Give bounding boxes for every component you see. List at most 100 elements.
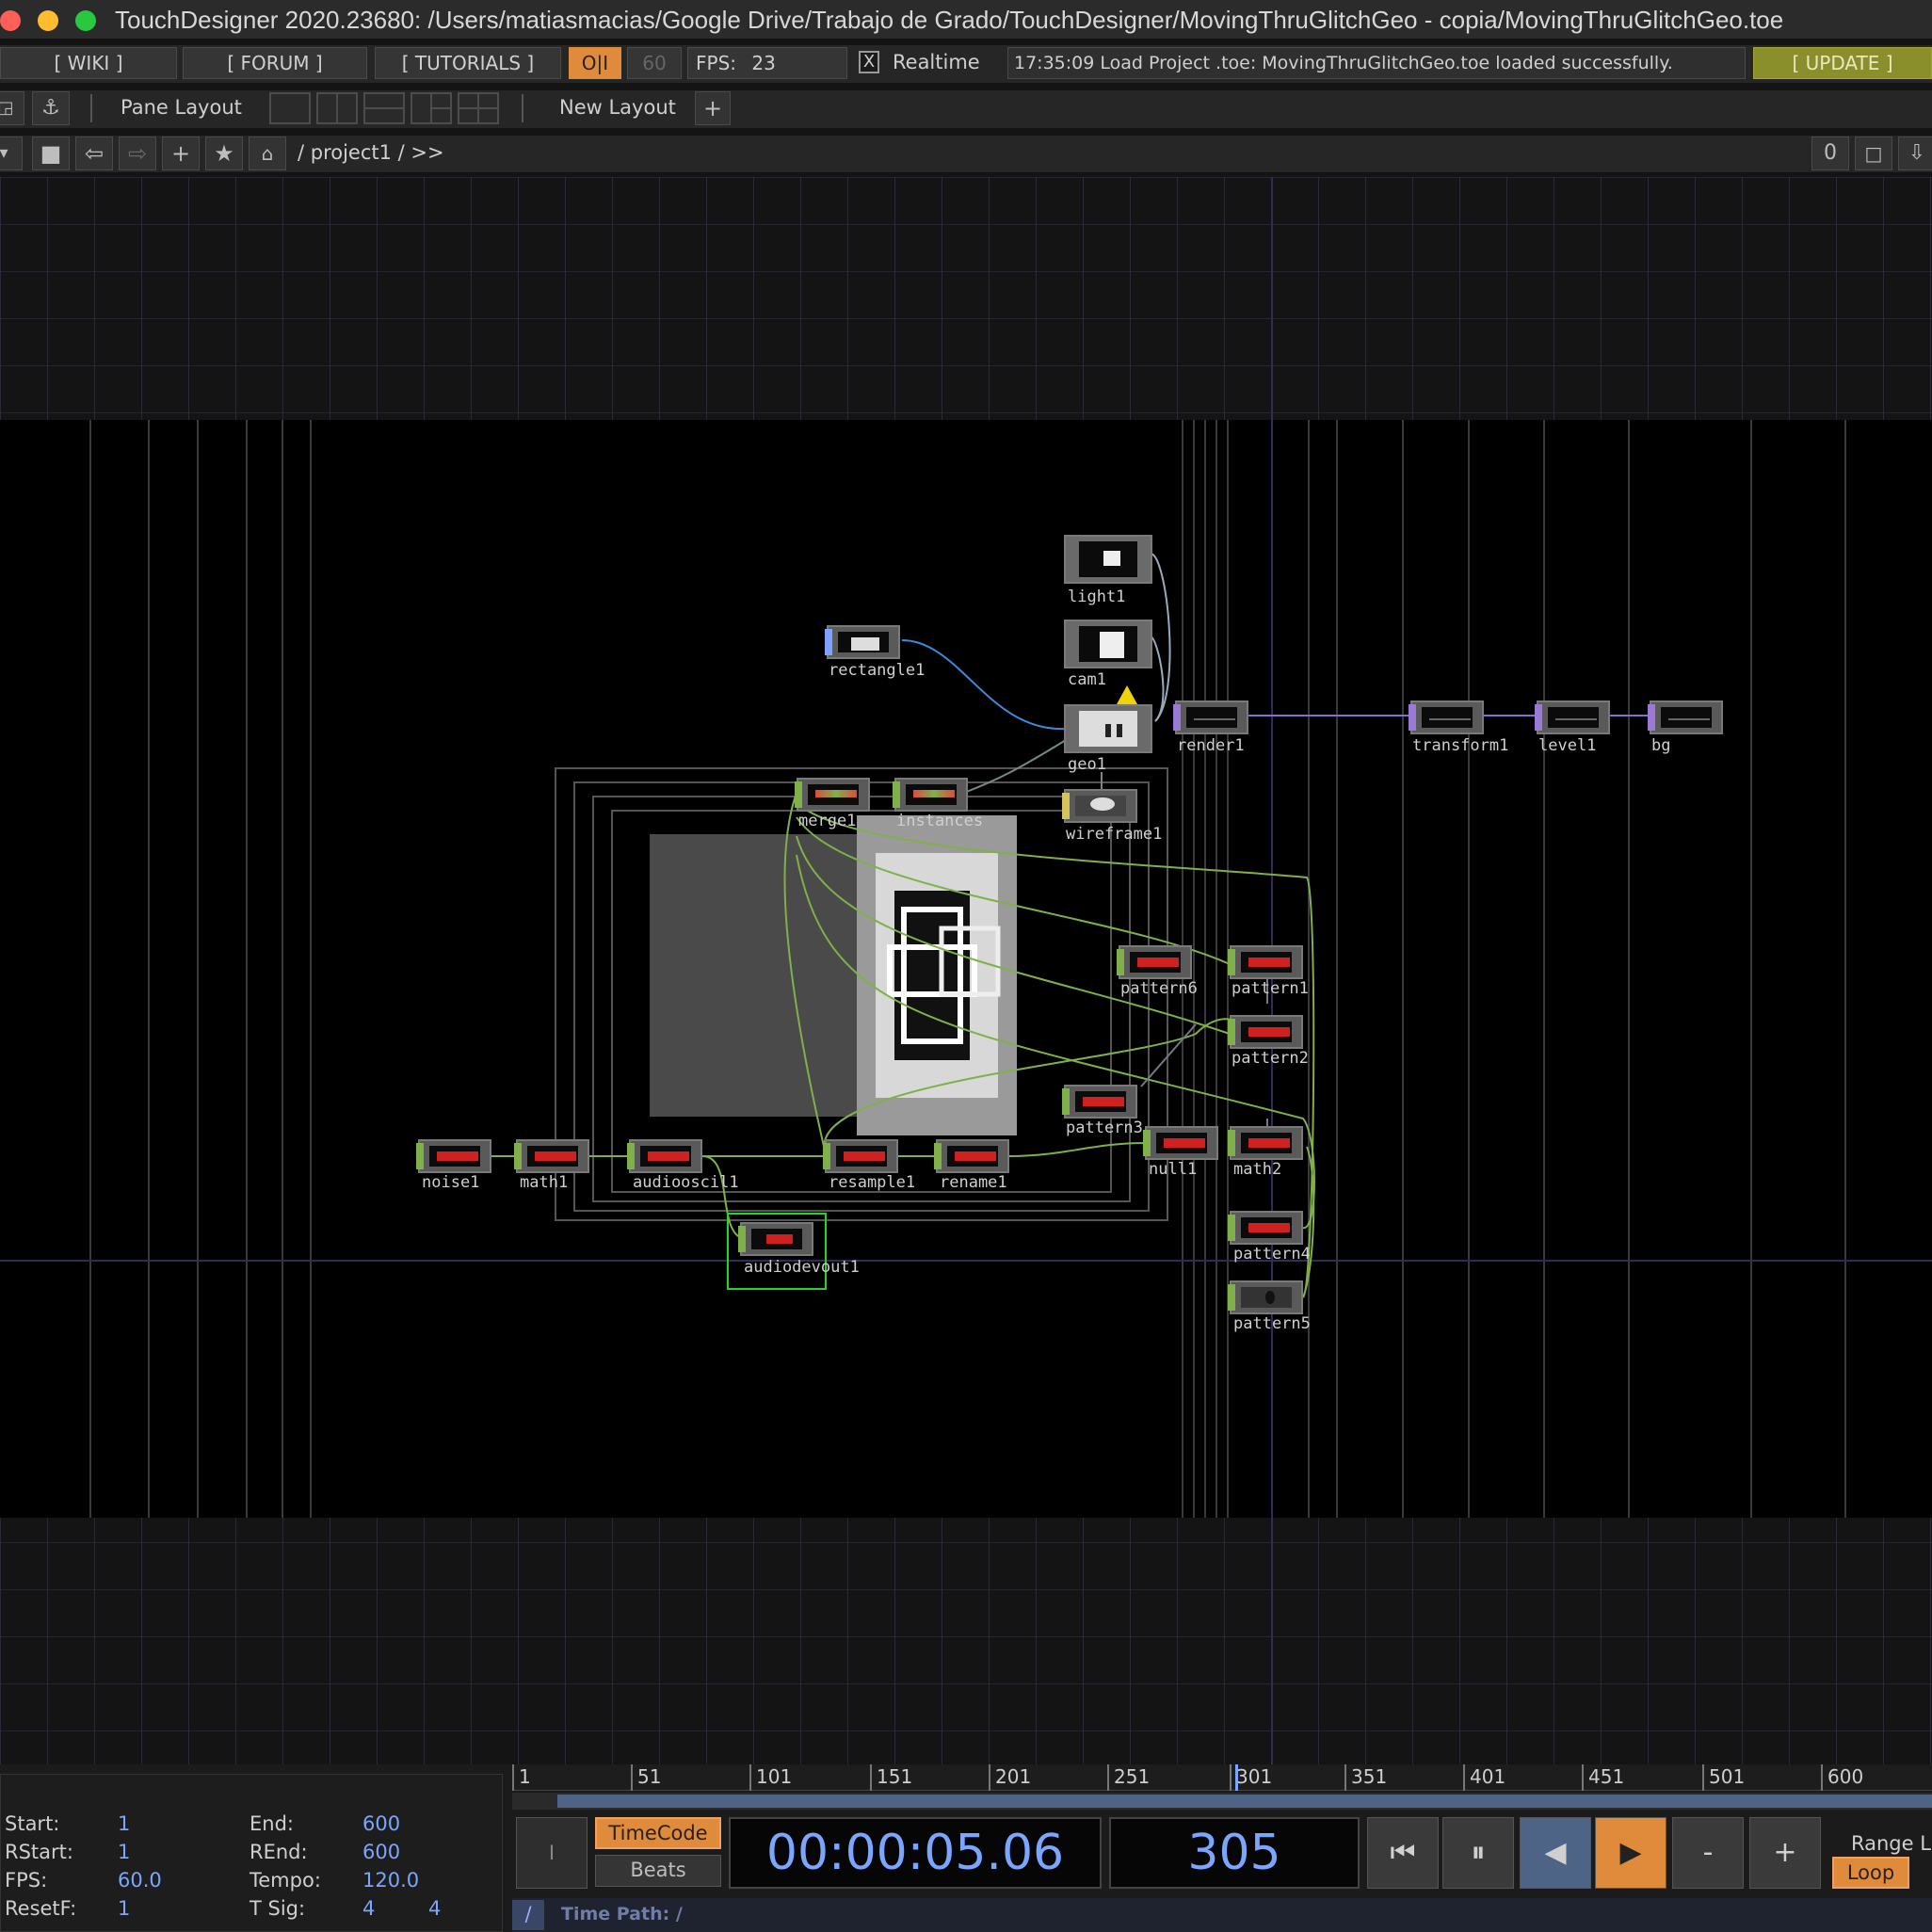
node-noise1[interactable] [416,1139,491,1173]
node-bg[interactable] [1648,700,1723,734]
node-audiooscil1[interactable] [627,1139,702,1173]
node-pattern5[interactable] [1228,1280,1303,1314]
add-layout-button[interactable]: + [695,91,731,125]
node-label: math1 [520,1173,569,1192]
play-forward-icon[interactable]: ▶ [1595,1817,1666,1889]
minimize-window-button[interactable] [38,10,58,31]
timecode-button[interactable]: TimeCode [595,1817,721,1849]
fps-label: FPS: [5,1869,48,1892]
node-cam1[interactable] [1064,620,1152,668]
realtime-label: Realtime [893,51,980,73]
beats-button[interactable]: Beats [595,1855,721,1887]
tempo-value[interactable]: 120.0 [362,1869,419,1892]
end-value[interactable]: 600 [362,1812,400,1835]
node-level1[interactable] [1535,700,1610,734]
node-pattern3[interactable] [1062,1085,1137,1119]
node-rectangle1[interactable] [825,625,900,659]
rewind-icon[interactable]: ⏮ [1367,1817,1439,1889]
path-counter: 0 [1811,137,1849,170]
timeline-ruler[interactable]: 1 51 101 151 201 251 301 351 401 451 501… [512,1764,1932,1791]
loop-button[interactable]: Loop [1832,1857,1909,1889]
dropdown-icon[interactable]: ▾ [0,137,23,170]
forward-arrow-icon[interactable]: ⇨ [119,137,156,170]
layout-three-button[interactable] [411,92,452,124]
update-button[interactable]: [ UPDATE ] [1753,47,1932,79]
resetf-label: ResetF: [5,1897,77,1920]
range-bar[interactable] [512,1793,1932,1810]
timeline-settings: Start: 1 End: 600 RStart: 1 REnd: 600 FP… [0,1774,503,1932]
node-resample1[interactable] [823,1139,898,1173]
node-light1[interactable] [1064,535,1152,584]
timeline-tick: 600 [1821,1764,1863,1791]
tutorials-button[interactable]: [ TUTORIALS ] [375,47,561,79]
layout-hsplit-button[interactable] [363,92,405,124]
node-rename1[interactable] [934,1139,1009,1173]
fps-value[interactable]: 60.0 [118,1869,162,1892]
timeline-tick: 251 [1107,1764,1150,1791]
status-message: 17:35:09 Load Project .toe: MovingThruGl… [1007,47,1746,79]
fps-limit-field[interactable]: 60 [627,47,682,79]
node-pattern4[interactable] [1228,1211,1303,1245]
title-bar: TouchDesigner 2020.23680: /Users/matiasm… [0,0,1932,40]
network-editor[interactable]: light1 cam1 rectangle1 geo1 render1 tran… [0,177,1932,1764]
node-render1[interactable] [1173,700,1248,734]
rstart-value[interactable]: 1 [118,1841,130,1863]
network-path-bar: ▾ ■ ⇦ ⇨ + ★ ⌂ / project1 / >> 0 □ ⇩ [0,136,1932,173]
tsig-denominator[interactable]: 4 [428,1897,441,1920]
layout-vsplit-button[interactable] [316,92,358,124]
node-pattern6[interactable] [1117,945,1192,979]
node-math1[interactable] [514,1139,589,1173]
node-label: merge1 [798,812,857,830]
wiki-button[interactable]: [ WIKI ] [0,47,177,79]
forum-button[interactable]: [ FORUM ] [183,47,367,79]
node-label: level1 [1538,736,1597,755]
download-arrow-icon[interactable]: ⇩ [1898,137,1932,170]
resetf-value[interactable]: 1 [118,1897,130,1920]
node-math2[interactable] [1228,1126,1303,1160]
play-backward-icon[interactable]: ◀ [1520,1817,1591,1889]
add-operator-icon[interactable]: + [162,137,200,170]
realtime-checkbox[interactable]: X [859,51,879,73]
pane-layout-label: Pane Layout [121,96,242,119]
network-path[interactable]: / project1 / >> [298,141,444,164]
timecode-display[interactable]: 00:00:05.06 [729,1817,1102,1889]
anchor-icon[interactable]: ⚓ [32,91,70,125]
warning-icon[interactable] [1117,685,1137,704]
stop-icon[interactable]: ■ [32,137,70,170]
node-merge1[interactable] [795,778,870,812]
timeline-panel: Start: 1 End: 600 RStart: 1 REnd: 600 FP… [0,1764,1932,1932]
home-network-icon[interactable]: ⌂ [249,137,286,170]
collapse-pane-icon[interactable]: ◲ [0,91,24,125]
node-null1[interactable] [1143,1126,1218,1160]
pause-icon[interactable]: ⏸ [1442,1817,1514,1889]
frame-display[interactable]: 305 [1109,1817,1360,1889]
node-pattern1[interactable] [1228,945,1303,979]
node-audiodevout1[interactable] [738,1222,813,1256]
maximize-window-button[interactable] [75,10,96,31]
step-forward-button[interactable]: + [1749,1817,1821,1889]
close-window-button[interactable] [0,10,21,31]
tsig-numerator[interactable]: 4 [362,1897,375,1920]
new-layout-label: New Layout [559,96,676,119]
bookmark-star-icon[interactable]: ★ [205,137,243,170]
rend-value[interactable]: 600 [362,1841,400,1863]
node-pattern2[interactable] [1228,1015,1303,1049]
rend-label: REnd: [250,1841,308,1863]
node-geo1[interactable] [1064,704,1152,753]
node-instances[interactable] [893,778,968,812]
node-transform1[interactable] [1409,700,1484,734]
timeline-playhead[interactable] [1235,1764,1238,1791]
time-path-root-button[interactable]: / [512,1900,544,1930]
step-back-button[interactable]: - [1672,1817,1744,1889]
back-arrow-icon[interactable]: ⇦ [75,137,113,170]
node-label: pattern6 [1120,979,1198,998]
time-cursor-button[interactable]: I [516,1817,588,1889]
node-label: audiodevout1 [744,1258,860,1277]
maximize-pane-icon[interactable]: □ [1855,137,1892,170]
perform-toggle-button[interactable]: O|I [569,47,621,79]
layout-single-button[interactable] [269,92,311,124]
layout-quad-button[interactable] [458,92,499,124]
node-label: noise1 [422,1173,480,1192]
start-value[interactable]: 1 [118,1812,130,1835]
node-wireframe1[interactable] [1062,789,1137,823]
